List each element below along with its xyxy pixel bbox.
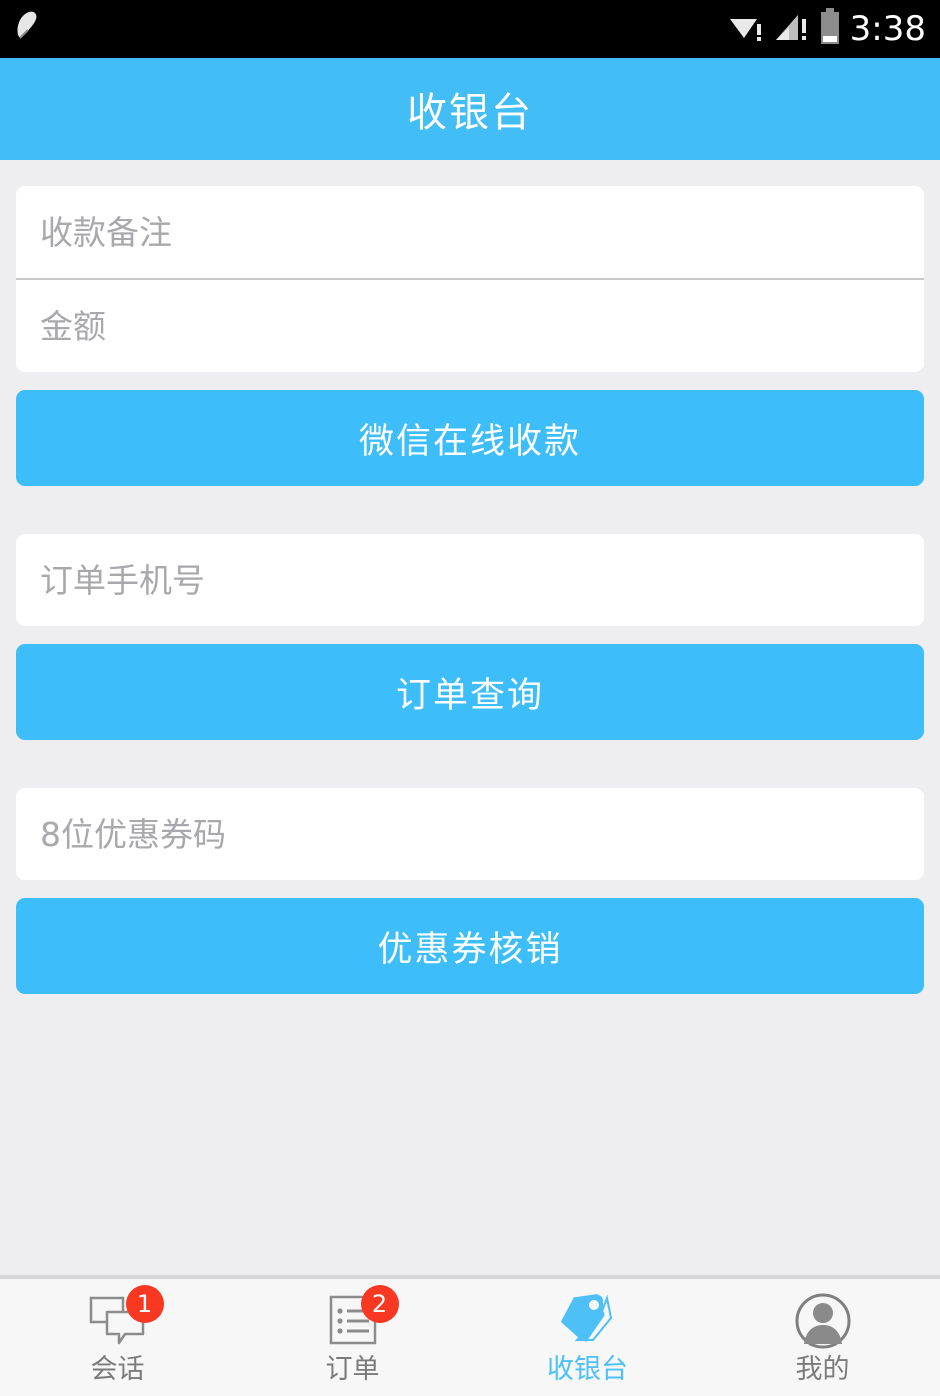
app-header: 收银台 xyxy=(0,58,940,160)
nav-item-orders[interactable]: 2 订单 xyxy=(235,1279,470,1396)
nav-item-chat[interactable]: 1 会话 xyxy=(0,1279,235,1396)
cashier-icon-wrap xyxy=(556,1291,620,1351)
nav-label-orders: 订单 xyxy=(325,1353,380,1385)
chat-icon-wrap: 1 xyxy=(86,1284,164,1351)
wechat-online-payment-button[interactable]: 微信在线收款 xyxy=(16,390,924,486)
nav-label-profile: 我的 xyxy=(795,1353,850,1385)
profile-icon-wrap xyxy=(791,1291,855,1351)
status-bar-left xyxy=(10,7,48,51)
coupon-code-input[interactable] xyxy=(16,788,924,880)
payment-card xyxy=(16,186,924,372)
order-query-button[interactable]: 订单查询 xyxy=(16,644,924,740)
bottom-nav: 1 会话 2 订单 收银台 我的 xyxy=(0,1279,940,1396)
nav-item-cashier[interactable]: 收银台 xyxy=(470,1279,705,1396)
status-bar-clock: 3:38 xyxy=(849,9,926,49)
app-screen: 3:38 收银台 微信在线收款 订单查询 优惠券核销 xyxy=(0,0,940,1396)
order-icon-wrap: 2 xyxy=(321,1284,399,1351)
order-phone-input[interactable] xyxy=(16,534,924,626)
coupon-card xyxy=(16,788,924,880)
status-bar: 3:38 xyxy=(0,0,940,58)
nav-label-cashier: 收银台 xyxy=(547,1353,628,1385)
status-bar-right: 3:38 xyxy=(727,8,926,50)
wifi-icon xyxy=(727,11,765,47)
nav-label-chat: 会话 xyxy=(90,1353,145,1385)
order-card xyxy=(16,534,924,626)
battery-icon xyxy=(819,8,841,50)
main-content: 微信在线收款 订单查询 优惠券核销 xyxy=(0,160,940,1275)
payment-remark-input[interactable] xyxy=(16,186,924,278)
orders-badge: 2 xyxy=(360,1284,399,1323)
payment-amount-input[interactable] xyxy=(16,280,924,372)
cellular-signal-icon xyxy=(774,11,810,47)
nav-item-profile[interactable]: 我的 xyxy=(705,1279,940,1396)
chat-badge: 1 xyxy=(125,1284,164,1323)
user-avatar-icon xyxy=(795,1293,850,1348)
notification-icon xyxy=(10,7,48,51)
page-title: 收银台 xyxy=(407,90,533,136)
price-tag-icon xyxy=(560,1293,612,1342)
coupon-redeem-button[interactable]: 优惠券核销 xyxy=(16,898,924,994)
